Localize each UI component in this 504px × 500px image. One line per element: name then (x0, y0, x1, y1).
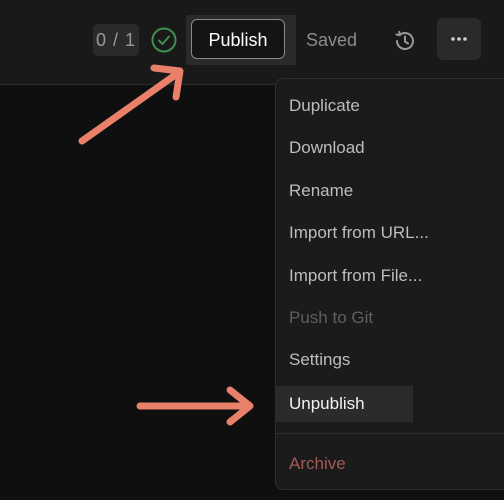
saved-status: Saved (306, 30, 358, 50)
more-button[interactable] (437, 18, 481, 60)
more-horizontal-icon (451, 37, 467, 41)
menu-item-settings[interactable]: Settings (276, 342, 504, 378)
menu-item-unpublish[interactable]: Unpublish (276, 386, 413, 422)
menu-item-import-url[interactable]: Import from URL... (276, 215, 504, 251)
menu-item-rename[interactable]: Rename (276, 173, 504, 209)
menu-item-download[interactable]: Download (276, 130, 504, 166)
annotation-arrow-unpublish (136, 386, 254, 426)
item-counter: 0 / 1 (93, 24, 139, 56)
check-circle-icon (151, 27, 177, 53)
history-icon[interactable] (390, 26, 420, 56)
editor-screen: 0 / 1 Publish Saved Duplicate Download R… (0, 0, 504, 500)
annotation-arrow-publish (78, 64, 184, 145)
menu-item-push-to-git: Push to Git (289, 308, 374, 327)
more-options-menu: Duplicate Download Rename Import from UR… (275, 78, 504, 490)
menu-separator (276, 433, 504, 434)
publish-button[interactable]: Publish (191, 19, 285, 59)
menu-item-archive[interactable]: Archive (276, 446, 504, 482)
menu-item-duplicate[interactable]: Duplicate (276, 88, 504, 124)
menu-item-import-file[interactable]: Import from File... (276, 258, 504, 294)
